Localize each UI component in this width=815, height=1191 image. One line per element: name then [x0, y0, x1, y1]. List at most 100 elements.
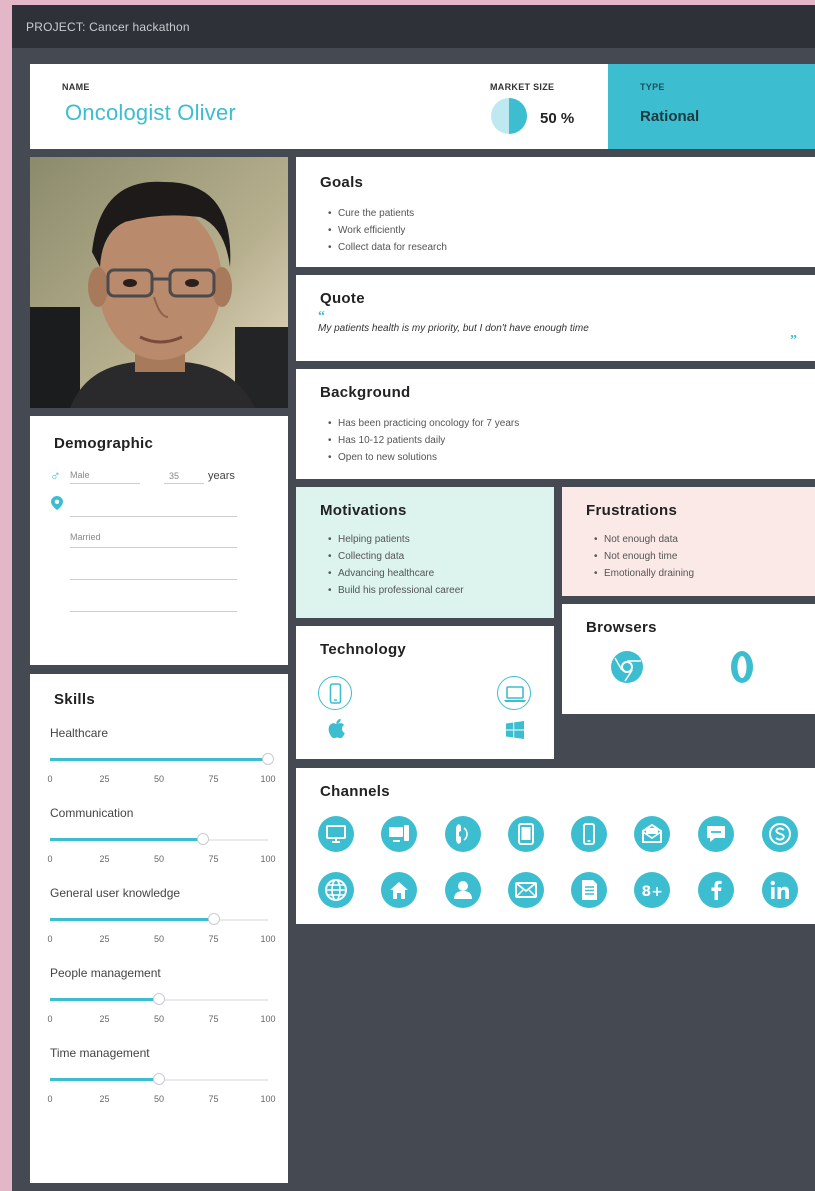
frustrations-list: Not enough data Not enough time Emotiona… [592, 531, 694, 582]
skill-tick-label: 100 [260, 934, 276, 944]
motivations-card: Motivations Helping patients Collecting … [296, 487, 554, 618]
laptop-icon [497, 676, 531, 710]
age-field-line [164, 483, 204, 484]
frustrations-card: Frustrations Not enough data Not enough … [562, 487, 815, 596]
channels-card: Channels 8+ [296, 768, 815, 924]
motivations-list: Helping patients Collecting data Advanci… [326, 531, 464, 599]
laptop-icon-svg [504, 686, 526, 702]
skill-tick-label: 0 [47, 1094, 53, 1104]
market-size-pie-svg [491, 98, 527, 134]
age-field[interactable]: 35 [169, 471, 179, 481]
persona-name: Oncologist Oliver [65, 100, 236, 125]
home-icon[interactable] [381, 872, 417, 908]
skill-tick-label: 25 [99, 934, 110, 944]
quote-text: My patients health is my priority, but I… [318, 323, 589, 334]
mobile-icon[interactable] [571, 816, 607, 852]
skill-tick-label: 25 [99, 1014, 110, 1024]
skills-title: Skills [54, 691, 95, 708]
market-size-pie-slice [509, 98, 527, 134]
google-plus-icon[interactable]: 8+ [634, 872, 670, 908]
demographic-card: Demographic ♂ Male 35 years Married [30, 416, 288, 665]
facebook-icon[interactable] [698, 872, 734, 908]
browsers-card: Browsers [562, 604, 815, 714]
extra-field-line-2 [70, 611, 237, 612]
extra-field-line-1 [70, 579, 237, 580]
location-field-line [70, 516, 237, 517]
status-field-line [70, 547, 237, 548]
envelope-icon[interactable] [508, 872, 544, 908]
document-icon[interactable] [571, 872, 607, 908]
skill-slider-knob[interactable] [153, 993, 165, 1005]
skill-tick-label: 0 [47, 854, 53, 864]
skill-tick-label: 0 [47, 934, 53, 944]
persona-sheet: PROJECT: Cancer hackathon NAME Oncologis… [12, 5, 815, 1191]
skill-tick-label: 75 [208, 1094, 219, 1104]
skill-tick-label: 50 [153, 854, 164, 864]
persona-photo [30, 157, 288, 408]
desktop-icon[interactable] [318, 816, 354, 852]
demographic-title: Demographic [54, 435, 154, 452]
skill-tick-label: 100 [260, 1094, 276, 1104]
male-icon: ♂ [50, 467, 61, 483]
skill-slider-knob[interactable] [153, 1073, 165, 1085]
type-value: Rational [640, 108, 700, 125]
chat-icon[interactable] [698, 816, 734, 852]
background-item: Has been practicing oncology for 7 years [326, 415, 519, 432]
skill-slider-fill [50, 838, 203, 841]
linkedin-icon[interactable] [762, 872, 798, 908]
tablet-icon[interactable] [508, 816, 544, 852]
windows-icon [506, 721, 524, 744]
motivations-title: Motivations [320, 502, 407, 519]
close-quote-icon: ” [790, 333, 797, 348]
goal-item: Work efficiently [326, 222, 447, 239]
type-label: TYPE [640, 82, 665, 92]
skill-tick-label: 25 [99, 774, 110, 784]
gender-field-line [70, 483, 140, 484]
quote-title: Quote [320, 290, 365, 307]
skill-tick-label: 50 [153, 774, 164, 784]
technology-title: Technology [320, 641, 407, 658]
apple-icon [327, 718, 345, 743]
frustration-item: Not enough data [592, 531, 694, 548]
market-size-value: 50 % [540, 110, 575, 127]
project-header: PROJECT: Cancer hackathon [12, 5, 815, 48]
mail-open-icon[interactable] [634, 816, 670, 852]
skill-tick-label: 25 [99, 854, 110, 864]
skill-slider-knob[interactable] [207, 913, 220, 925]
status-field[interactable]: Married [70, 532, 101, 542]
skill-slider-knob[interactable] [262, 753, 274, 765]
phone-icon[interactable] [445, 816, 481, 852]
type-card: TYPE Rational [608, 64, 815, 149]
mobile-icon [318, 676, 352, 710]
mobile-icon-svg [329, 683, 342, 704]
globe-icon[interactable] [318, 872, 354, 908]
skill-tick-label: 75 [208, 934, 219, 944]
skill-slider-fill [50, 918, 214, 921]
skill-label: Communication [50, 806, 134, 820]
skills-card: Skills Healthcare 0 25 50 75 100 Communication… [30, 674, 288, 1183]
gender-field[interactable]: Male [70, 470, 90, 480]
technology-card: Technology [296, 626, 554, 759]
channels-title: Channels [320, 783, 390, 800]
computer-tower-icon[interactable] [381, 816, 417, 852]
goals-title: Goals [320, 174, 364, 191]
skype-icon[interactable] [762, 816, 798, 852]
skill-slider-knob[interactable] [196, 833, 209, 845]
skill-label: People management [50, 966, 161, 980]
skill-tick-label: 25 [99, 1094, 110, 1104]
goal-item: Collect data for research [326, 239, 447, 256]
skill-slider-fill [50, 998, 159, 1001]
chrome-icon [610, 650, 644, 689]
background-item: Open to new solutions [326, 449, 519, 466]
user-icon[interactable] [445, 872, 481, 908]
project-label: PROJECT: Cancer hackathon [26, 20, 190, 34]
skill-tick-label: 100 [260, 774, 276, 784]
frustration-item: Emotionally draining [592, 565, 694, 582]
motivation-item: Build his professional career [326, 582, 464, 599]
skill-tick-label: 0 [47, 1014, 53, 1024]
skill-label: Healthcare [50, 726, 109, 740]
skill-tick-label: 75 [208, 854, 219, 864]
frustration-item: Not enough time [592, 548, 694, 565]
background-list: Has been practicing oncology for 7 years… [326, 415, 519, 466]
motivation-item: Helping patients [326, 531, 464, 548]
